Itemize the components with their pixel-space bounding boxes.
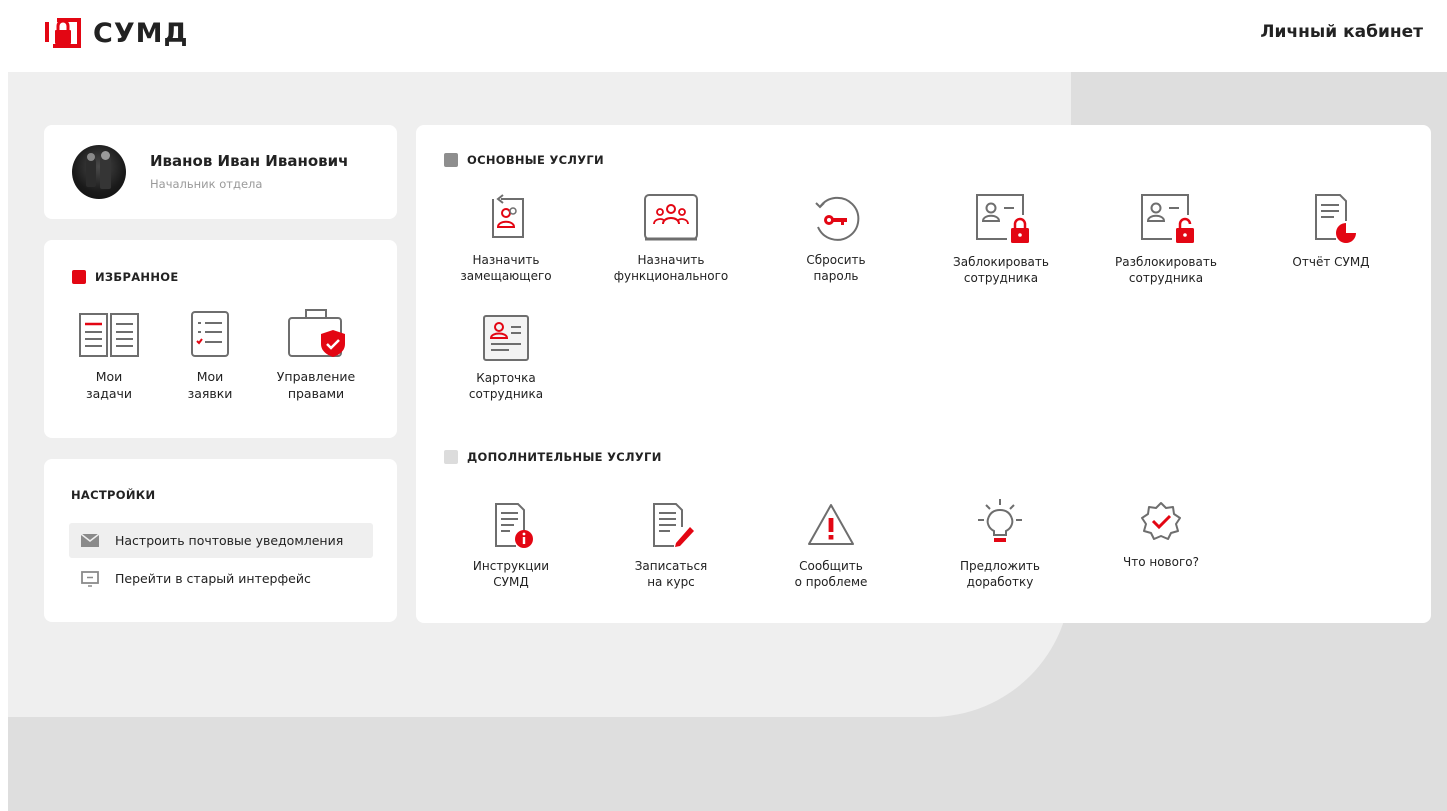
service-assign-functional[interactable]: Назначить функционального <box>601 193 741 284</box>
service-course-signup[interactable]: Записаться на курс <box>601 501 741 590</box>
envelope-icon <box>79 534 101 547</box>
briefcase-shield-icon <box>288 309 345 357</box>
course-signup-icon <box>653 503 694 547</box>
red-square-icon <box>72 270 86 284</box>
favorite-my-requests[interactable]: Мои заявки <box>160 310 260 402</box>
profile-role: Начальник отдела <box>150 177 263 191</box>
service-report-problem[interactable]: Сообщить о проблеме <box>761 501 901 590</box>
unlock-user-icon <box>1141 194 1194 243</box>
logo-text: СУМД <box>93 17 189 49</box>
service-lock-employee[interactable]: Заблокировать сотрудника <box>931 193 1071 286</box>
service-assign-substitute[interactable]: Назначить замещающего <box>436 193 576 284</box>
favorites-title: ИЗБРАННОЕ <box>72 270 178 284</box>
service-sumd-report[interactable]: Отчёт СУМД <box>1261 193 1401 270</box>
service-whats-new[interactable]: Что нового? <box>1091 497 1231 570</box>
extra-services-title: ДОПОЛНИТЕЛЬНЫЕ УСЛУГИ <box>444 450 662 464</box>
personal-cabinet-link[interactable]: Личный кабинет <box>1260 22 1423 42</box>
assign-functional-icon <box>644 194 698 241</box>
key-reset-icon <box>815 196 860 241</box>
service-employee-card[interactable]: Карточка сотрудника <box>436 313 576 402</box>
old-interface-setting[interactable]: Перейти в старый интерфейс <box>69 561 373 596</box>
mail-notifications-setting[interactable]: Настроить почтовые уведомления <box>69 523 373 558</box>
monitor-icon <box>79 570 101 587</box>
favorites-card: ИЗБРАННОЕ Мои задачи Мои заявки Управлен… <box>44 240 397 438</box>
lightbulb-icon <box>978 499 1022 542</box>
favorite-rights-management[interactable]: Управление правами <box>266 304 366 402</box>
book-icon <box>79 313 139 357</box>
header: СУМД Личный кабинет <box>0 0 1447 72</box>
assign-substitute-icon <box>492 194 524 238</box>
service-instructions[interactable]: Инструкции СУМД <box>441 501 581 590</box>
report-icon <box>1315 194 1356 243</box>
avatar[interactable] <box>72 145 126 199</box>
warning-icon <box>808 504 854 545</box>
light-square-icon <box>444 450 458 464</box>
lock-user-icon <box>976 194 1029 243</box>
profile-name: Иванов Иван Иванович <box>150 152 349 170</box>
settings-card: НАСТРОЙКИ Настроить почтовые уведомления… <box>44 459 397 622</box>
checklist-icon <box>191 311 229 357</box>
gray-square-icon <box>444 153 458 167</box>
service-suggest-improvement[interactable]: Предложить доработку <box>930 497 1070 590</box>
services-card: ОСНОВНЫЕ УСЛУГИ Назначить замещающего Наз… <box>416 125 1431 623</box>
logo-lock-icon <box>43 16 83 50</box>
service-reset-password[interactable]: Сбросить пароль <box>766 193 906 284</box>
badge-check-icon <box>1141 502 1181 540</box>
logo[interactable]: СУМД <box>43 16 189 50</box>
profile-card: Иванов Иван Иванович Начальник отдела <box>44 125 397 219</box>
settings-title: НАСТРОЙКИ <box>71 488 156 502</box>
main-services-title: ОСНОВНЫЕ УСЛУГИ <box>444 153 604 167</box>
employee-card-icon <box>483 315 529 361</box>
instructions-icon <box>495 503 533 548</box>
service-unlock-employee[interactable]: Разблокировать сотрудника <box>1096 193 1236 286</box>
favorite-my-tasks[interactable]: Мои задачи <box>59 310 159 402</box>
